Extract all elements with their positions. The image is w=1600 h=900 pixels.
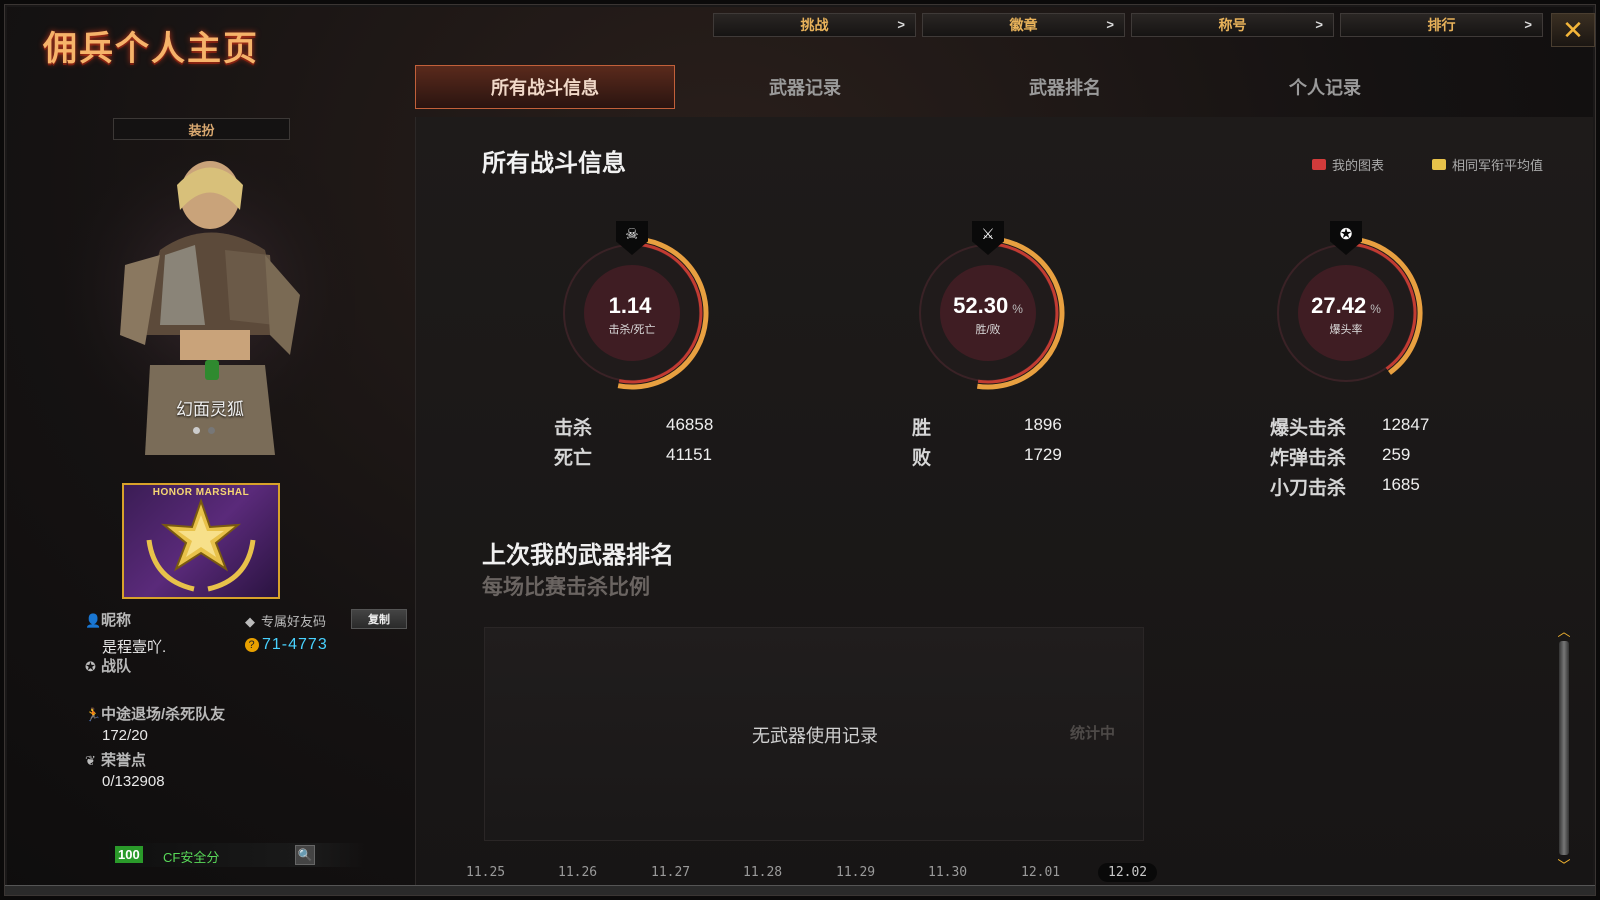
search-icon[interactable]: 🔍: [295, 845, 315, 865]
nav-button-label: 称号: [1218, 17, 1247, 33]
team-icon: ✪: [85, 659, 96, 674]
honor-points-value: 0/132908: [102, 773, 165, 790]
scroll-down-icon[interactable]: ﹀: [1553, 859, 1575, 872]
help-icon[interactable]: ?: [245, 638, 259, 652]
scrollbar[interactable]: [1559, 641, 1569, 855]
empty-chart-message: 无武器使用记录: [752, 726, 878, 746]
user-icon: 👤: [85, 613, 102, 628]
character-name: 幻面灵狐: [176, 400, 244, 419]
tab-personal-records[interactable]: 个人记录: [1195, 65, 1455, 109]
gauge-kd: ☠ 1.14 击杀/死亡: [552, 221, 712, 395]
date-item[interactable]: 11.30: [928, 865, 967, 880]
quit-kill-teammate-value: 172/20: [102, 727, 148, 744]
stat-knife-kills: 小刀击杀 1685: [1270, 475, 1420, 499]
nickname-label: 👤昵称: [85, 612, 132, 629]
main-panel: 所有战斗信息 我的图表 相同军衔平均值 ☠ 1.14 击杀/死亡 ⚔ 52.30…: [415, 117, 1593, 889]
close-button[interactable]: ✕: [1551, 13, 1595, 47]
gauge-label: 爆头率: [1329, 324, 1363, 336]
stat-headshot-kills: 爆头击杀 12847: [1270, 415, 1430, 439]
running-person-icon: 🏃: [85, 707, 102, 722]
team-label: ✪ 战队: [85, 658, 132, 675]
nav-button-challenge[interactable]: 挑战 >: [713, 13, 916, 37]
weapon-rank-subtitle: 每场比赛击杀比例: [482, 576, 650, 599]
legend-swatch-mine: [1312, 159, 1326, 170]
gauge-value: 1.14: [608, 293, 652, 318]
date-item[interactable]: 11.27: [651, 865, 690, 880]
character-portrait[interactable]: 幻面灵狐: [65, 155, 355, 455]
carousel-dot[interactable]: [193, 427, 200, 434]
nickname-value: 是程壹吖.: [102, 639, 167, 656]
section-title: 所有战斗信息: [482, 150, 626, 177]
weapon-rank-chart: 无武器使用记录 统计中: [484, 627, 1144, 841]
chevron-right-icon: >: [897, 17, 905, 32]
gauge-headshot: ✪ 27.42% 爆头率: [1266, 221, 1426, 395]
tab-bar: 所有战斗信息 武器记录 武器排名 个人记录: [415, 65, 1455, 109]
gauge-value: 52.30%: [953, 293, 1023, 318]
date-item[interactable]: 11.28: [743, 865, 782, 880]
close-icon: ✕: [1562, 14, 1584, 45]
date-item[interactable]: 11.25: [466, 865, 505, 880]
date-item[interactable]: 12.01: [1021, 865, 1060, 880]
safety-score-bar: 100 CF安全分 🔍: [109, 843, 367, 867]
date-item[interactable]: 11.26: [558, 865, 597, 880]
gauge-win-loss: ⚔ 52.30% 胜/败: [908, 221, 1068, 395]
page-title: 佣兵个人主页: [43, 29, 259, 69]
gauge-value: 27.42%: [1311, 293, 1381, 318]
top-nav: 挑战 > 徽章 > 称号 > 排行 >: [713, 13, 1543, 37]
tab-all-battle-info[interactable]: 所有战斗信息: [415, 65, 675, 109]
nav-button-label: 排行: [1427, 17, 1456, 33]
carousel-dots: [193, 427, 215, 434]
scroll-up-icon[interactable]: ︿: [1553, 625, 1575, 638]
date-item[interactable]: 11.29: [836, 865, 875, 880]
safety-score-label: CF安全分: [163, 850, 220, 865]
chevron-right-icon: >: [1106, 17, 1114, 32]
quit-kill-teammate-label: 🏃中途退场/杀死队友: [85, 706, 226, 723]
legend-label: 我的图表: [1332, 158, 1385, 173]
nav-button-badge[interactable]: 徽章 >: [922, 13, 1125, 37]
nav-button-title[interactable]: 称号 >: [1131, 13, 1334, 37]
stat-wins: 胜 1896: [912, 415, 1062, 439]
weapon-rank-title: 上次我的武器排名: [482, 542, 674, 569]
tag-icon: ◆: [245, 614, 255, 629]
window-frame: 佣兵个人主页 挑战 > 徽章 > 称号 > 排行 > ✕ 所有战斗信息 武器记录…: [4, 4, 1596, 896]
legend-my-chart: 我的图表: [1312, 155, 1384, 174]
safety-score: 100: [115, 846, 143, 863]
stat-deaths: 死亡 41151: [554, 445, 713, 469]
counting-label: 统计中: [1070, 725, 1116, 742]
nav-button-label: 挑战: [800, 17, 829, 33]
gauge-label: 胜/败: [975, 324, 1001, 336]
honor-points-label: ❦ 荣誉点: [85, 752, 147, 769]
laurel-icon: ❦: [85, 753, 96, 768]
stat-bomb-kills: 炸弹击杀 259: [1270, 445, 1411, 469]
legend-rank-average: 相同军衔平均值: [1432, 155, 1543, 174]
tab-weapon-ranking[interactable]: 武器排名: [935, 65, 1195, 109]
stat-kills: 击杀 46858: [554, 415, 714, 439]
nav-button-ranking[interactable]: 排行 >: [1340, 13, 1543, 37]
rank-badge-text: HONOR MARSHAL: [152, 487, 250, 498]
friend-code-value: ? 71-4773: [245, 636, 328, 654]
bottom-border: [5, 885, 1595, 895]
nav-button-label: 徽章: [1009, 17, 1038, 33]
gauge-label: 击杀/死亡: [608, 324, 656, 336]
rank-badge: HONOR MARSHAL: [122, 483, 280, 599]
chevron-right-icon: >: [1524, 17, 1532, 32]
rank-emblem-icon: [146, 497, 256, 592]
stat-losses: 败 1729: [912, 445, 1062, 469]
date-item-selected[interactable]: 12.02: [1098, 863, 1158, 882]
friend-code-label: ◆ 专属好友码: [245, 614, 327, 629]
legend-label: 相同军衔平均值: [1452, 158, 1544, 173]
dress-up-button[interactable]: 装扮: [113, 118, 290, 140]
carousel-dot[interactable]: [208, 427, 215, 434]
chevron-right-icon: >: [1315, 17, 1323, 32]
copy-button[interactable]: 复制: [351, 609, 407, 629]
tab-weapon-records[interactable]: 武器记录: [675, 65, 935, 109]
legend-swatch-average: [1432, 159, 1446, 170]
